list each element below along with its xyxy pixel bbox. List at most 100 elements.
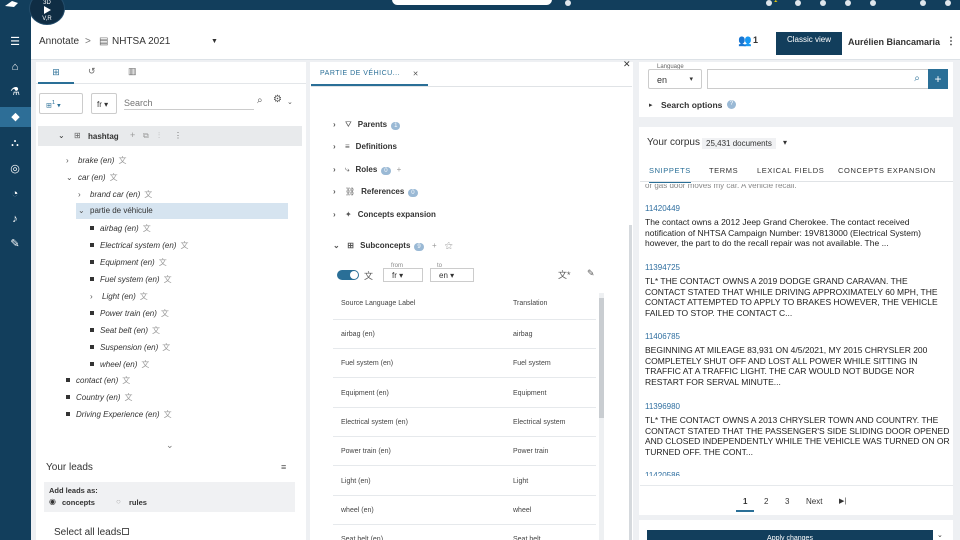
tree-item[interactable]: Driving Experience (en) 文 (66, 409, 172, 420)
copy-icon[interactable]: ⧉ (143, 131, 149, 141)
add-icon[interactable]: + (397, 165, 402, 174)
tree-item[interactable]: Equipment (en) 文 (90, 257, 167, 268)
translate-icon[interactable]: 文 (122, 376, 130, 385)
close-panel-icon[interactable]: ✕ (623, 59, 631, 70)
table-row[interactable]: Power train (en) Power train (333, 437, 596, 467)
caret-right-icon[interactable]: ▸ (649, 101, 653, 109)
snippet-id-link[interactable]: 11396980 (645, 402, 680, 411)
list-icon[interactable]: ≡ (281, 462, 286, 472)
table-row[interactable]: wheel (en) wheel (333, 496, 596, 525)
translate-icon[interactable]: 文 (152, 326, 160, 335)
more-vert-icon[interactable]: ⋮ (946, 36, 956, 47)
translation-cell[interactable]: Power train (513, 448, 548, 455)
translation-cell[interactable]: Seat belt (513, 536, 541, 540)
pie-chart-icon[interactable]: ◔ (8, 187, 22, 201)
settings-icon[interactable]: ⚙ (273, 94, 282, 105)
translation-cell[interactable]: Electrical system (513, 419, 566, 426)
settings-icon[interactable] (920, 0, 926, 6)
page-3-button[interactable]: 3 (785, 497, 789, 506)
table-row[interactable]: Fuel system (en) Fuel system (333, 349, 596, 379)
root-row[interactable]: ⌄ ⊞ hashtag + ⧉ ⫶ ⋮ (38, 126, 302, 146)
tree-item[interactable]: Suspension (en) 文 (90, 342, 170, 353)
user-name[interactable]: Aurélien Biancamaria (848, 37, 940, 47)
page-2-button[interactable]: 2 (764, 497, 768, 506)
flask-icon[interactable]: ⚗ (8, 85, 22, 99)
notification-icon[interactable] (766, 0, 772, 6)
chevron-right-icon[interactable]: › (333, 165, 341, 174)
tree-item[interactable]: wheel (en) 文 (90, 359, 149, 370)
project-dropdown-icon[interactable]: ▼ (211, 38, 218, 45)
tree-item[interactable]: › brake (en) 文 (66, 155, 126, 166)
page-1-button[interactable]: 1 (736, 497, 755, 512)
translation-cell[interactable]: Light (513, 478, 528, 485)
chevron-down-icon[interactable]: ⌄ (66, 173, 74, 182)
search-icon[interactable]: ⌕ (907, 70, 927, 88)
tab-concepts-expansion[interactable]: CONCEPTS EXPANSION (838, 166, 936, 175)
home-icon[interactable]: ⌂ (8, 60, 22, 74)
lang-dropdown[interactable]: fr ▾ (91, 93, 117, 114)
translate-icon[interactable]: 文 (164, 410, 172, 419)
tree-item[interactable]: ⌄ partie de véhicule (76, 203, 288, 219)
add-icon[interactable]: + (432, 241, 437, 250)
table-row[interactable]: Light (en) Light (333, 467, 596, 496)
table-row[interactable]: airbag (en) airbag (333, 320, 596, 349)
section-parents[interactable]: › ⛛ Parents 1 (333, 120, 401, 130)
users-icon[interactable]: 👥 (738, 34, 752, 47)
table-scrollbar[interactable] (599, 293, 604, 540)
translate-icon[interactable]: 文 (144, 190, 152, 199)
translation-cell[interactable]: wheel (513, 507, 531, 514)
chevron-right-icon[interactable]: › (90, 292, 98, 301)
help-icon[interactable] (870, 0, 876, 6)
translate-icon[interactable]: 文 (118, 156, 126, 165)
add-icon[interactable]: + (130, 130, 135, 140)
chevron-right-icon[interactable]: › (333, 142, 341, 151)
expand-icon[interactable]: ⌄ (58, 131, 65, 140)
section-concepts-expansion[interactable]: › ✦ Concepts expansion (333, 210, 436, 219)
tag-icon[interactable]: ◆ (0, 107, 31, 127)
filter-dropdown[interactable]: ⊞1 ▾ (39, 93, 83, 114)
translate-icon[interactable]: 文 (164, 275, 172, 284)
close-icon[interactable] (945, 0, 951, 6)
chevron-down-icon[interactable]: ⌄ (333, 241, 341, 250)
share-icon[interactable] (820, 0, 826, 6)
compass-widget[interactable]: 3D V,R (29, 0, 65, 25)
table-row[interactable]: Equipment (en) Equipment (333, 379, 596, 408)
translate-icon[interactable]: 文 (141, 360, 149, 369)
more-vert-icon[interactable]: ⋮ (174, 131, 182, 140)
wand-icon[interactable]: ⚝ (445, 241, 453, 250)
apps-icon[interactable] (845, 0, 851, 6)
translation-cell[interactable]: Fuel system (513, 360, 551, 367)
table-row[interactable]: Seat belt (en) Seat belt (333, 525, 596, 540)
chevron-right-icon[interactable]: › (78, 190, 86, 199)
snippet-id-link[interactable]: 11420586 (645, 471, 680, 476)
corpus-search-input[interactable] (707, 69, 933, 89)
tree-tab-icon[interactable]: ⊞ (38, 62, 74, 84)
translate-icon[interactable]: 文 (110, 173, 118, 182)
help-icon[interactable]: ? (727, 100, 736, 109)
stats-tab-icon[interactable]: ▥ (128, 66, 137, 77)
tree-action-icon[interactable]: ⫶ (158, 131, 160, 141)
tree-item[interactable]: airbag (en) 文 (90, 223, 151, 234)
tree-item[interactable]: Seat belt (en) 文 (90, 325, 160, 336)
chevron-right-icon[interactable]: › (66, 156, 74, 165)
wrench-icon[interactable]: ✎ (8, 237, 22, 251)
menu-icon[interactable]: ☰ (8, 35, 22, 49)
translate-toggle[interactable] (337, 270, 359, 280)
tree-item[interactable]: Fuel system (en) 文 (90, 274, 172, 285)
history-tab-icon[interactable]: ↺ (88, 66, 96, 77)
corpus-count[interactable]: 25,431 documents (702, 138, 776, 149)
tree-search-input[interactable] (124, 96, 254, 110)
tree-item[interactable]: Electrical system (en) 文 (90, 240, 188, 251)
add-button[interactable]: + (928, 69, 948, 89)
chevron-right-icon[interactable]: › (333, 210, 341, 219)
translate-icon[interactable]: 文 (140, 292, 148, 301)
classic-view-button[interactable]: Classic view (776, 32, 842, 55)
chevron-down-icon[interactable]: ⌄ (937, 531, 943, 539)
language-select[interactable]: en ▾ (648, 69, 702, 89)
tab-concept[interactable]: PARTIE DE VÉHICU... ✕ (311, 70, 428, 86)
compass-icon[interactable]: ◎ (8, 162, 22, 176)
to-select[interactable]: en ▾ (430, 268, 474, 282)
search-options[interactable]: Search options (661, 100, 722, 110)
radio-rules[interactable]: ○ (116, 497, 121, 506)
translation-cell[interactable]: airbag (513, 331, 532, 338)
